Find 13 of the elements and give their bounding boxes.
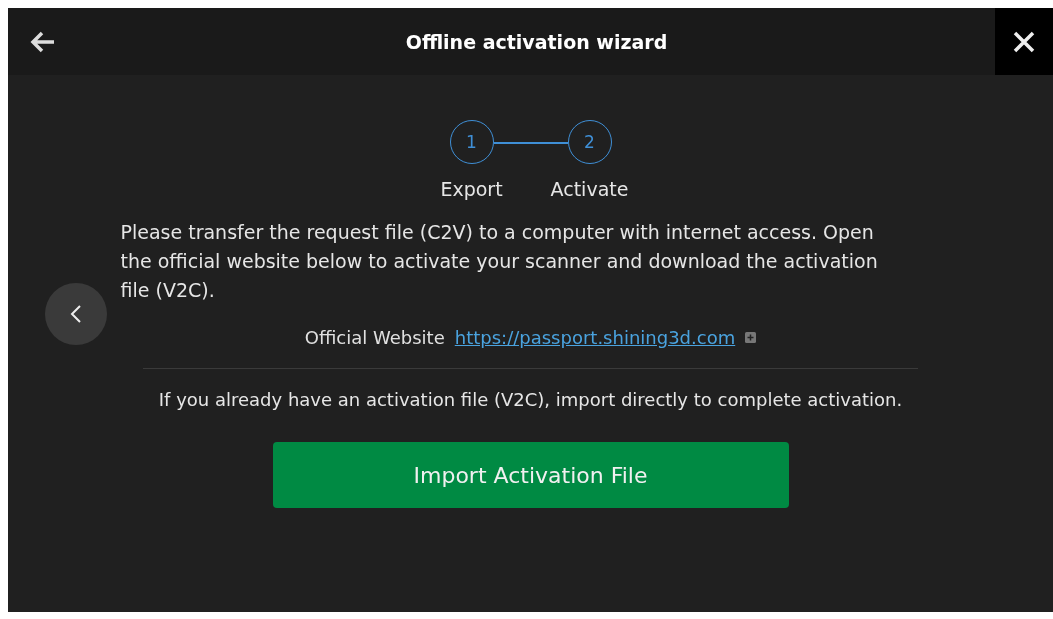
chevron-left-icon <box>70 304 82 324</box>
website-label: Official Website <box>304 327 445 348</box>
close-button[interactable] <box>995 8 1053 75</box>
instructions-text: Please transfer the request file (C2V) to a computer with internet access. Open the official website below to activate your scanner and download the activation file (V2C). <box>120 220 879 303</box>
note-text: If you already have an activation file (V2C), import directly to complete activation. <box>158 389 903 410</box>
step-label: Activate <box>550 178 629 200</box>
import-button[interactable]: Import Activation File <box>272 442 789 508</box>
website-link[interactable]: https://passport.shining3d.com <box>454 327 736 348</box>
window-title: Offline activation wizard <box>404 30 669 53</box>
close-icon <box>1012 29 1036 54</box>
arrow-left-icon <box>30 30 56 53</box>
step-label: Export <box>440 178 503 200</box>
copy-icon[interactable] <box>745 332 757 343</box>
